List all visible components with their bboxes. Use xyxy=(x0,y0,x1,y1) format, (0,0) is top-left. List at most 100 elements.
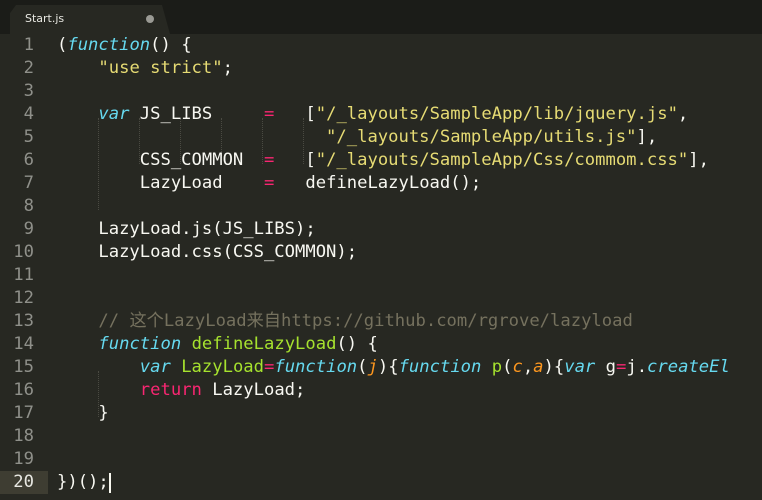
tab-start-js[interactable]: Start.js xyxy=(10,5,170,34)
line-number: 11 xyxy=(13,265,34,285)
code-token: JS_LIBS xyxy=(129,104,264,124)
code-token: () { xyxy=(336,334,378,354)
code-token: CSS_COMMON xyxy=(57,150,264,170)
code-token: LazyLoad.js(JS_LIBS); xyxy=(57,219,316,239)
code-token: } xyxy=(57,403,109,423)
line-number-gutter: 1 2 3 4 5 6 7 8 9 10 11 12 13 14 15 16 17 18 19 20 xyxy=(0,34,48,500)
code-token: j xyxy=(367,357,378,377)
code-token: function xyxy=(274,357,358,377)
code-token: , xyxy=(677,104,689,124)
code-editor[interactable]: 1 2 3 4 5 6 7 8 9 10 11 12 13 14 15 16 17 18 19 20 (functio… xyxy=(0,34,762,500)
code-token: , xyxy=(522,357,534,377)
code-token: ], xyxy=(688,150,709,170)
code-token: function xyxy=(67,35,151,55)
line-number: 6 xyxy=(23,150,34,170)
code-token: LazyLoad; xyxy=(201,380,306,400)
code-token: ( xyxy=(57,35,68,55)
code-line: LazyLoad = defineLazyLoad(); xyxy=(57,172,482,195)
code-token: ){ xyxy=(543,357,565,377)
unsaved-dot-icon[interactable] xyxy=(146,15,154,23)
line-number: 18 xyxy=(13,426,34,446)
tab-title: Start.js xyxy=(25,12,65,25)
code-token: "/_layouts/SampleApp/Css/commom.css" xyxy=(315,150,689,170)
code-line: var LazyLoad=function(j){function p(c,a)… xyxy=(57,356,730,379)
code-token: defineLazyLoad(); xyxy=(274,173,482,193)
code-token: ], xyxy=(636,127,658,147)
tab-bar: Start.js xyxy=(0,0,762,34)
line-number: 7 xyxy=(23,173,34,193)
code-token: ( xyxy=(357,357,368,377)
code-token: var xyxy=(564,357,596,377)
code-token: = xyxy=(264,357,275,377)
code-token: ( xyxy=(502,357,513,377)
line-number: 1 xyxy=(23,35,34,55)
code-token: = xyxy=(615,357,627,377)
line-number: 16 xyxy=(13,380,34,400)
code-line: "use strict"; xyxy=(57,57,233,80)
line-number: 20 xyxy=(13,472,34,492)
line-number: 3 xyxy=(23,81,34,101)
line-number: 15 xyxy=(13,357,34,377)
code-token: createEl xyxy=(647,357,730,377)
code-token: })(); xyxy=(57,472,109,492)
code-token: "/_layouts/SampleApp/utils.js" xyxy=(326,127,637,147)
line-number: 19 xyxy=(13,449,34,469)
code-token: () { xyxy=(150,35,192,55)
code-token: [ xyxy=(274,104,316,124)
code-token: defineLazyLoad xyxy=(191,334,337,354)
code-line: } xyxy=(57,402,109,425)
code-token: j. xyxy=(626,357,648,377)
code-token: ; xyxy=(222,58,233,78)
code-line: })(); xyxy=(57,471,109,494)
text-cursor xyxy=(109,473,111,493)
line-number: 4 xyxy=(23,104,34,124)
line-number: 13 xyxy=(13,311,34,331)
code-token: a xyxy=(533,357,544,377)
code-line: return LazyLoad; xyxy=(57,379,306,402)
code-token: ){ xyxy=(377,357,399,377)
code-line: function defineLazyLoad() { xyxy=(57,333,378,356)
line-number: 2 xyxy=(23,58,34,78)
line-number: 12 xyxy=(13,288,34,308)
code-line: // 这个LazyLoad来自https://github.com/rgrove… xyxy=(57,310,632,333)
code-token: return xyxy=(139,380,202,400)
code-token: LazyLoad xyxy=(57,173,264,193)
line-number: 5 xyxy=(23,127,34,147)
line-number: 14 xyxy=(13,334,34,354)
line-number: 9 xyxy=(23,219,34,239)
code-token: p xyxy=(491,357,503,377)
code-token: = xyxy=(263,104,275,124)
code-line: LazyLoad.js(JS_LIBS); xyxy=(57,218,316,241)
code-token: "use strict" xyxy=(98,58,223,78)
code-token: c xyxy=(512,357,523,377)
code-token: = xyxy=(263,173,275,193)
code-line: "/_layouts/SampleApp/utils.js"], xyxy=(57,126,657,149)
code-token: LazyLoad xyxy=(181,357,264,377)
code-token: LazyLoad.css(CSS_COMMON); xyxy=(57,242,358,262)
code-line: LazyLoad.css(CSS_COMMON); xyxy=(57,241,357,264)
code-token: var xyxy=(98,104,130,124)
code-token: var xyxy=(139,357,171,377)
line-number: 17 xyxy=(13,403,34,423)
code-token: function xyxy=(98,334,182,354)
code-token: function xyxy=(398,357,482,377)
line-number: 10 xyxy=(13,242,34,262)
code-token: [ xyxy=(274,150,316,170)
code-token: g xyxy=(595,357,616,377)
code-line: var JS_LIBS = ["/_layouts/SampleApp/lib/… xyxy=(57,103,688,126)
line-number: 8 xyxy=(23,196,34,216)
code-line: (function() { xyxy=(57,34,192,57)
code-line: CSS_COMMON = ["/_layouts/SampleApp/Css/c… xyxy=(57,149,709,172)
code-token: = xyxy=(263,150,275,170)
code-area[interactable]: (function() { "use strict"; var JS_LIBS … xyxy=(57,34,762,500)
